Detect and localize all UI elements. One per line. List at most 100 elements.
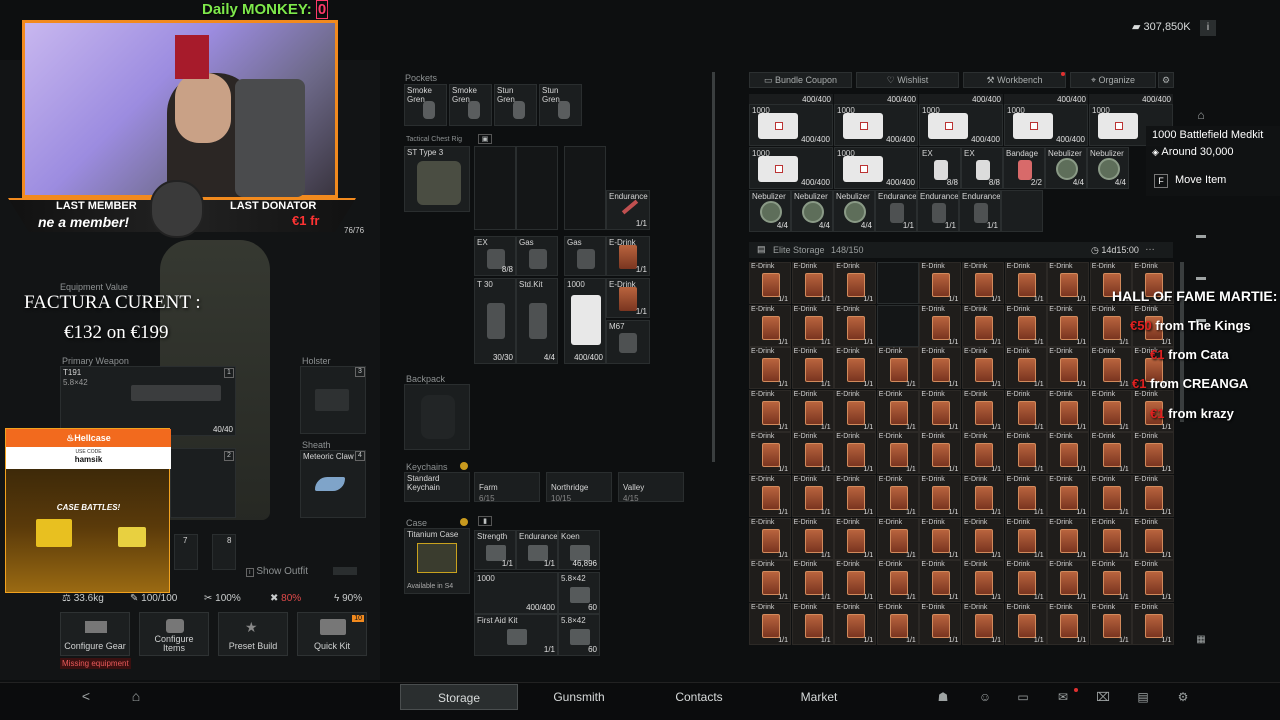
edrink-item[interactable]: E-Drink 1/1 xyxy=(1047,432,1090,475)
storage-item[interactable]: 1000 400/400 xyxy=(749,104,833,146)
edrink-item[interactable]: E-Drink 1/1 xyxy=(1132,602,1175,645)
group-icon[interactable]: ☗ xyxy=(934,690,952,704)
edrink-item[interactable]: E-Drink 1/1 xyxy=(962,602,1004,645)
edrink-item[interactable]: E-Drink 1/1 xyxy=(1089,475,1132,517)
edrink-item[interactable]: E-Drink 1/1 xyxy=(919,475,962,517)
edrink-item[interactable]: E-Drink 1/1 xyxy=(791,347,834,390)
storage-item[interactable]: Nebulizer 4/4 xyxy=(833,190,875,232)
storage-row0-item[interactable]: 400/400 xyxy=(919,94,1003,104)
rig-item[interactable]: T 30 30/30 xyxy=(474,278,516,364)
edrink-item[interactable]: E-Drink 1/1 xyxy=(791,602,834,645)
edrink-item[interactable]: E-Drink 1/1 xyxy=(1047,262,1090,304)
edrink-item[interactable]: E-Drink 1/1 xyxy=(791,262,834,304)
nav-contacts[interactable]: Contacts xyxy=(640,684,758,710)
edrink-item[interactable]: E-Drink 1/1 xyxy=(749,602,791,645)
keychain-slot[interactable]: Northridge 10/15 xyxy=(546,472,612,502)
storage-item[interactable]: Endurance 1/1 xyxy=(959,190,1001,232)
edrink-item[interactable]: E-Drink 1/1 xyxy=(919,602,962,645)
storage-row0-item[interactable]: 400/400 xyxy=(749,94,833,104)
edrink-item[interactable]: E-Drink 1/1 xyxy=(749,560,791,603)
edrink-item[interactable]: E-Drink 1/1 xyxy=(1004,602,1047,645)
quick-kit-button[interactable]: Quick Kit 10 xyxy=(297,612,367,656)
edrink-item[interactable]: E-Drink 1/1 xyxy=(834,602,877,645)
edrink-item[interactable]: E-Drink 1/1 xyxy=(1132,517,1175,560)
more-icon[interactable]: … xyxy=(1145,242,1155,253)
lock-icon[interactable]: ⌧ xyxy=(1094,690,1112,704)
storage-row0-item[interactable]: 400/400 xyxy=(1004,94,1088,104)
edrink-item[interactable]: E-Drink 1/1 xyxy=(1089,304,1132,347)
settings-icon[interactable]: ⚙ xyxy=(1174,690,1192,704)
primary-weapon-slot[interactable]: T191 5.8×42 40/40 xyxy=(60,366,236,436)
case-pin-icon[interactable]: ▮ xyxy=(478,516,492,526)
nav-market[interactable]: Market xyxy=(760,684,878,710)
configure-gear-button[interactable]: Configure Gear xyxy=(60,612,130,656)
edrink-item[interactable]: E-Drink 1/1 xyxy=(749,475,791,517)
edrink-item[interactable]: E-Drink 1/1 xyxy=(749,304,791,347)
edrink-item[interactable]: E-Drink 1/1 xyxy=(919,560,962,603)
edrink-item[interactable]: E-Drink 1/1 xyxy=(834,432,877,475)
edrink-item[interactable]: E-Drink 1/1 xyxy=(1047,304,1090,347)
edrink-item[interactable]: E-Drink 1/1 xyxy=(1089,560,1132,603)
tooltip-action[interactable]: Move Item xyxy=(1175,174,1226,186)
settings-button[interactable]: ⚙ xyxy=(1158,72,1174,88)
sidebar-bottom-icon[interactable]: ▦ xyxy=(1192,634,1210,645)
edrink-item[interactable]: E-Drink 1/1 xyxy=(791,560,834,603)
quick-slot-7[interactable]: 7 xyxy=(174,534,198,570)
edrink-item[interactable]: E-Drink 1/1 xyxy=(791,304,834,347)
quick-slot-8[interactable]: 8 xyxy=(212,534,236,570)
backpack-slot[interactable] xyxy=(404,384,470,450)
case-item[interactable]: First Aid Kit 1/1 xyxy=(474,614,558,656)
titanium-case-slot[interactable]: Titanium Case Available in S4 xyxy=(404,528,470,594)
toggle-switch[interactable] xyxy=(332,567,357,576)
edrink-item[interactable]: E-Drink 1/1 xyxy=(1004,560,1047,603)
edrink-item[interactable]: E-Drink 1/1 xyxy=(749,432,791,475)
storage-item[interactable]: 1000 400/400 xyxy=(749,147,833,189)
edrink-item[interactable]: E-Drink 1/1 xyxy=(1047,517,1090,560)
rig-item[interactable]: 1000 400/400 xyxy=(564,278,606,364)
friends-icon[interactable]: ☺ xyxy=(976,690,994,704)
case-item[interactable]: 5.8×42 60 xyxy=(558,614,600,656)
edrink-item[interactable]: E-Drink 1/1 xyxy=(1004,304,1047,347)
organize-tab[interactable]: ⌖ Organize xyxy=(1070,72,1156,88)
storage-item[interactable]: 1000 400/400 xyxy=(1004,104,1088,146)
edrink-item[interactable]: E-Drink 1/1 xyxy=(962,304,1004,347)
storage-item[interactable]: 1000 400/400 xyxy=(919,104,1003,146)
storage-item[interactable]: Endurance 1/1 xyxy=(917,190,959,232)
storage-item[interactable]: EX 8/8 xyxy=(919,147,961,189)
storage-item[interactable]: Nebulizer 4/4 xyxy=(791,190,833,232)
storage-item[interactable]: 1000 400/400 xyxy=(834,147,918,189)
case-item[interactable]: Strength 1/1 xyxy=(474,530,516,570)
edrink-item[interactable]: E-Drink 1/1 xyxy=(1047,389,1090,432)
bundle-coupon-tab[interactable]: ▭ Bundle Coupon xyxy=(749,72,852,88)
edrink-item[interactable]: E-Drink 1/1 xyxy=(749,389,791,432)
rig-cell-a[interactable] xyxy=(474,146,516,230)
storage-item[interactable]: EX 8/8 xyxy=(961,147,1003,189)
edrink-item[interactable]: E-Drink 1/1 xyxy=(1004,432,1047,475)
rig-item[interactable]: E-Drink 1/1 xyxy=(606,278,650,318)
edrink-item[interactable]: E-Drink 1/1 xyxy=(1004,389,1047,432)
edrink-item[interactable]: E-Drink 1/1 xyxy=(919,432,962,475)
edrink-item[interactable]: E-Drink 1/1 xyxy=(1047,475,1090,517)
configure-items-button[interactable]: Configure Items xyxy=(139,612,209,656)
edrink-item[interactable]: E-Drink 1/1 xyxy=(1004,517,1047,560)
storage-item[interactable]: Bandage 2/2 xyxy=(1003,147,1045,189)
edrink-item[interactable]: E-Drink 1/1 xyxy=(962,389,1004,432)
edrink-item[interactable]: E-Drink 1/1 xyxy=(834,347,877,390)
edrink-item[interactable]: E-Drink 1/1 xyxy=(876,389,919,432)
keychain-slot[interactable]: Farm 6/15 xyxy=(474,472,540,502)
preset-build-button[interactable]: ★ Preset Build xyxy=(218,612,288,656)
sidebar-home-icon[interactable]: ⌂ xyxy=(1192,108,1210,122)
keychain-slot[interactable]: Valley 4/15 xyxy=(618,472,684,502)
rig-action-icon[interactable]: ▣ xyxy=(478,134,492,144)
edrink-item[interactable]: E-Drink 1/1 xyxy=(791,475,834,517)
edrink-item[interactable]: E-Drink 1/1 xyxy=(791,517,834,560)
show-outfit-toggle[interactable]: i Show Outfit xyxy=(246,566,357,577)
edrink-item[interactable]: E-Drink 1/1 xyxy=(1089,517,1132,560)
rig-endurance[interactable]: Endurance 1/1 xyxy=(606,190,650,230)
edrink-item[interactable]: E-Drink 1/1 xyxy=(919,517,962,560)
edrink-item[interactable]: E-Drink 1/1 xyxy=(876,517,919,560)
edrink-item[interactable]: E-Drink 1/1 xyxy=(1047,347,1090,390)
edrink-item[interactable]: E-Drink 1/1 xyxy=(962,432,1004,475)
storage-item[interactable]: Endurance 1/1 xyxy=(875,190,917,232)
nav-gunsmith[interactable]: Gunsmith xyxy=(520,684,638,710)
